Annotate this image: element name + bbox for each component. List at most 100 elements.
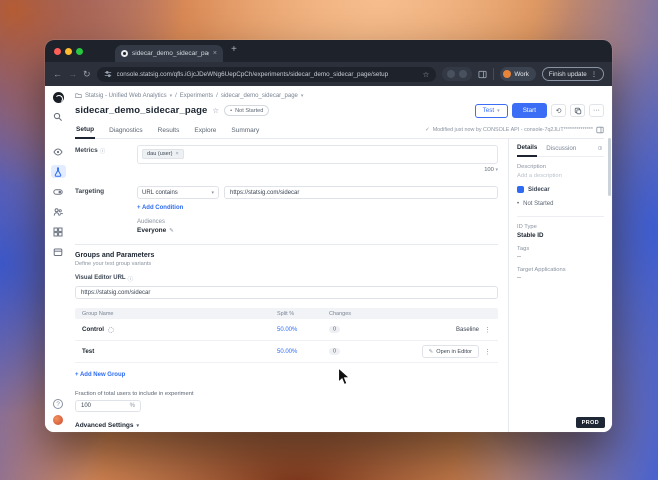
metric-chip[interactable]: dau (user) × bbox=[142, 149, 184, 159]
tab-summary[interactable]: Summary bbox=[230, 124, 260, 138]
metrics-input[interactable]: dau (user) × bbox=[137, 145, 498, 164]
group-name: Control bbox=[82, 326, 277, 333]
catalog-icon[interactable] bbox=[51, 245, 66, 258]
site-info-icon[interactable] bbox=[104, 70, 112, 78]
advanced-settings-toggle[interactable]: Advanced Settings ▾ bbox=[75, 422, 498, 429]
add-condition-link[interactable]: + Add Condition bbox=[137, 205, 498, 211]
col-changes: Changes bbox=[329, 311, 387, 317]
info-icon[interactable]: ⓘ bbox=[100, 147, 106, 173]
bookmark-star-icon[interactable]: ☆ bbox=[423, 70, 430, 79]
tag-chip[interactable]: Sidecar bbox=[517, 186, 604, 193]
groups-table-header: Group Name Split % Changes bbox=[75, 308, 498, 319]
statsig-logo[interactable] bbox=[53, 92, 64, 103]
tab-discussion[interactable]: Discussion bbox=[546, 145, 576, 156]
group-status-icon bbox=[108, 327, 114, 333]
chevron-down-icon: ▾ bbox=[211, 190, 214, 196]
test-button[interactable]: Test ▾ bbox=[475, 104, 508, 118]
users-icon[interactable] bbox=[51, 205, 66, 218]
tags-label: Tags bbox=[517, 246, 604, 252]
collapse-panel-icon[interactable] bbox=[596, 126, 604, 134]
condition-operator-select[interactable]: URL contains ▾ bbox=[137, 186, 219, 199]
table-row-control: Control 50.00% 0 Baseline ⋮ bbox=[75, 319, 498, 341]
tab-close-icon[interactable]: × bbox=[213, 50, 217, 57]
info-icon[interactable]: ⓘ bbox=[128, 275, 134, 283]
metric-chip-label: dau (user) bbox=[147, 151, 173, 157]
start-button[interactable]: Start bbox=[512, 103, 547, 118]
visual-editor-url-input[interactable]: https://statsig.com/sidecar bbox=[75, 286, 498, 299]
mouse-cursor bbox=[337, 367, 351, 387]
clone-button[interactable] bbox=[570, 104, 585, 117]
overview-icon[interactable] bbox=[51, 145, 66, 158]
breadcrumb-page[interactable]: sidecar_demo_sidecar_page bbox=[221, 93, 298, 99]
condition-value-input[interactable]: https://statsig.com/sidecar bbox=[224, 186, 498, 199]
pinned-extensions bbox=[442, 67, 472, 81]
history-button[interactable]: ⟲ bbox=[551, 104, 566, 117]
visual-editor-url-text: Visual Editor URL bbox=[75, 275, 126, 283]
left-nav-rail: ? bbox=[45, 86, 71, 432]
side-panel-icon[interactable] bbox=[478, 70, 487, 79]
new-tab-button[interactable]: + bbox=[231, 44, 237, 55]
col-group-name: Group Name bbox=[82, 311, 277, 317]
profile-chip[interactable]: Work bbox=[500, 67, 536, 81]
browser-toolbar: ← → ↻ console.statsig.com/qfls.iGjcJDeWN… bbox=[45, 62, 612, 86]
more-options-button[interactable]: ··· bbox=[589, 104, 604, 117]
finish-update-button[interactable]: Finish update ⋮ bbox=[542, 67, 604, 81]
metrics-icon[interactable] bbox=[51, 225, 66, 238]
row-menu-icon[interactable]: ⋮ bbox=[479, 326, 491, 334]
user-avatar[interactable] bbox=[53, 415, 63, 425]
metrics-section: Metrics ⓘ dau (user) × bbox=[75, 145, 498, 173]
chevron-down-icon: ▾ bbox=[495, 167, 498, 173]
tab-results[interactable]: Results bbox=[157, 124, 181, 138]
feature-gates-icon[interactable] bbox=[51, 185, 66, 198]
desktop: sidecar_demo_sidecar_pag × + ← → ↻ conso… bbox=[0, 0, 658, 480]
back-button[interactable]: ← bbox=[53, 70, 62, 79]
breadcrumb-project[interactable]: Statsig - Unified Web Analytics bbox=[85, 93, 167, 99]
scrollbar-thumb[interactable] bbox=[608, 138, 611, 196]
experiments-icon[interactable] bbox=[51, 165, 66, 178]
details-sidebar: Details Discussion Description Add a des… bbox=[508, 139, 612, 432]
remove-metric-icon[interactable]: × bbox=[176, 151, 179, 157]
reload-button[interactable]: ↻ bbox=[83, 70, 91, 79]
sidebar-divider bbox=[517, 216, 604, 217]
forward-button[interactable]: → bbox=[68, 70, 77, 79]
tab-details[interactable]: Details bbox=[517, 144, 537, 157]
id-type-label: ID Type bbox=[517, 224, 604, 230]
profile-avatar bbox=[503, 70, 511, 78]
allocation-value: 100 bbox=[81, 403, 91, 409]
expand-panel-icon[interactable] bbox=[596, 146, 604, 154]
visual-editor-url-label: Visual Editor URL ⓘ bbox=[75, 275, 498, 283]
edit-audience-icon[interactable]: ✎ bbox=[169, 228, 174, 234]
url-bar[interactable]: console.statsig.com/qfls.iGjcJDeWNg6UepC… bbox=[97, 67, 437, 82]
browser-tab[interactable]: sidecar_demo_sidecar_pag × bbox=[115, 45, 223, 62]
tab-diagnostics[interactable]: Diagnostics bbox=[108, 124, 144, 138]
breadcrumb-experiments[interactable]: Experiments bbox=[180, 93, 213, 99]
folder-icon bbox=[75, 92, 82, 99]
help-icon[interactable]: ? bbox=[53, 399, 63, 409]
zoom-window-button[interactable] bbox=[76, 48, 83, 55]
status-dot: • bbox=[517, 201, 519, 207]
extension-icon-2[interactable] bbox=[459, 70, 467, 78]
extension-icon-1[interactable] bbox=[447, 70, 455, 78]
breadcrumb-separator: / bbox=[216, 93, 218, 99]
metrics-count-select[interactable]: 100 ▾ bbox=[137, 167, 498, 173]
group-split[interactable]: 50.00% bbox=[277, 327, 329, 333]
group-split[interactable]: 50.00% bbox=[277, 349, 329, 355]
section-divider bbox=[75, 244, 498, 245]
table-row-test: Test 50.00% 0 ✎ Open in Editor bbox=[75, 341, 498, 363]
description-placeholder[interactable]: Add a description bbox=[517, 173, 604, 179]
minimize-window-button[interactable] bbox=[65, 48, 72, 55]
close-window-button[interactable] bbox=[54, 48, 61, 55]
page-header: sidecar_demo_sidecar_page ☆ • Not Starte… bbox=[75, 103, 604, 118]
status-dot: • bbox=[230, 108, 232, 114]
allocation-input[interactable]: 100 % bbox=[75, 400, 141, 412]
search-icon[interactable] bbox=[51, 110, 66, 123]
tab-explore[interactable]: Explore bbox=[193, 124, 217, 138]
row-menu-icon[interactable]: ⋮ bbox=[479, 348, 491, 356]
favorite-star-icon[interactable]: ☆ bbox=[212, 106, 219, 115]
status-label: Not Started bbox=[235, 108, 263, 114]
open-in-editor-button[interactable]: ✎ Open in Editor bbox=[422, 345, 479, 358]
check-icon: ✓ bbox=[425, 127, 430, 133]
browser-menu-icon[interactable]: ⋮ bbox=[591, 71, 597, 78]
add-new-group-link[interactable]: + Add New Group bbox=[75, 372, 498, 378]
tab-setup[interactable]: Setup bbox=[75, 123, 95, 139]
